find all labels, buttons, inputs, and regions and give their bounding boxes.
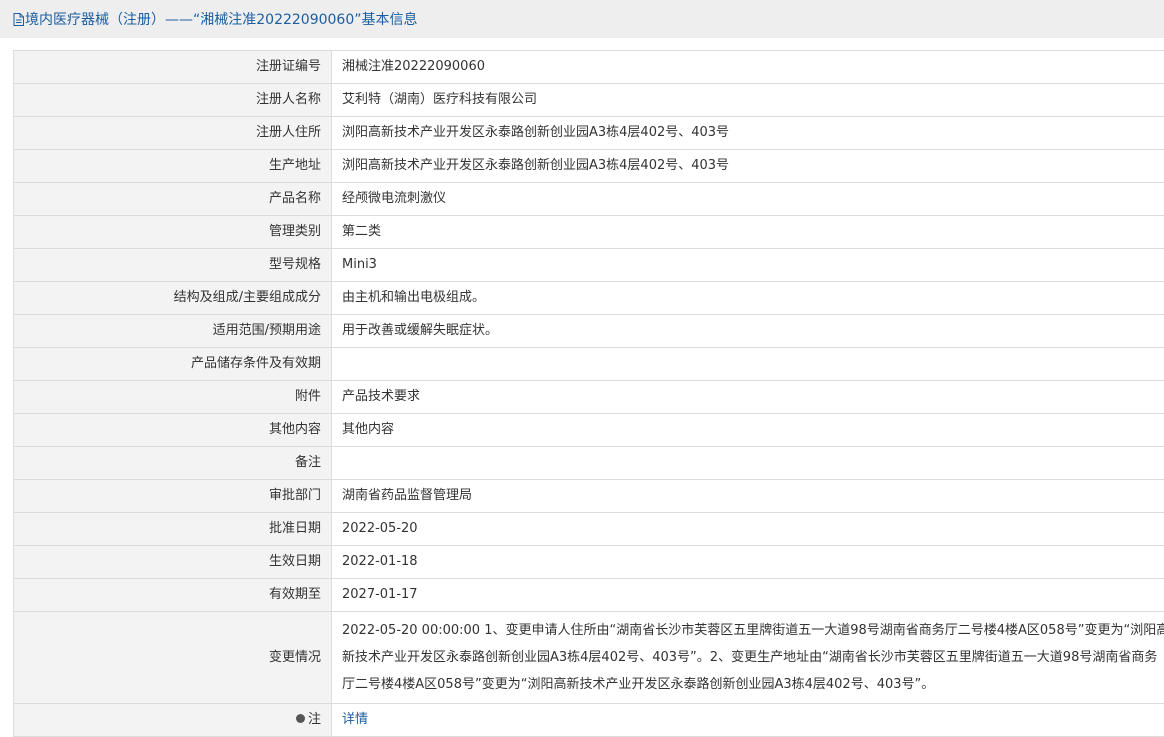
- field-value: 艾利特（湖南）医疗科技有限公司: [332, 84, 1164, 117]
- table-row: 注册人名称艾利特（湖南）医疗科技有限公司: [14, 84, 1164, 117]
- field-label: 生产地址: [14, 150, 332, 183]
- field-label: 管理类别: [14, 216, 332, 249]
- field-label: 有效期至: [14, 579, 332, 612]
- field-label: 注册证编号: [14, 51, 332, 84]
- field-label: 变更情况: [14, 612, 332, 704]
- field-label: 附件: [14, 381, 332, 414]
- table-row: 管理类别第二类: [14, 216, 1164, 249]
- table-row: 结构及组成/主要组成成分由主机和输出电极组成。: [14, 282, 1164, 315]
- field-label: 备注: [14, 447, 332, 480]
- table-row: 备注: [14, 447, 1164, 480]
- field-value: 湖南省药品监督管理局: [332, 480, 1164, 513]
- field-label: 结构及组成/主要组成成分: [14, 282, 332, 315]
- field-value: 2027-01-17: [332, 579, 1164, 612]
- table-row: 其他内容其他内容: [14, 414, 1164, 447]
- field-value: 2022-05-20: [332, 513, 1164, 546]
- table-row: 生效日期2022-01-18: [14, 546, 1164, 579]
- field-label: 审批部门: [14, 480, 332, 513]
- field-label: 注: [14, 704, 332, 737]
- field-value: 2022-01-18: [332, 546, 1164, 579]
- field-value: 产品技术要求: [332, 381, 1164, 414]
- field-value: 2022-05-20 00:00:00 1、变更申请人住所由“湖南省长沙市芙蓉区…: [332, 612, 1164, 704]
- page-title: 境内医疗器械（注册）——“湘械注准20222090060”基本信息: [25, 12, 417, 28]
- document-icon: [13, 13, 24, 26]
- table-row: 适用范围/预期用途用于改善或缓解失眠症状。: [14, 315, 1164, 348]
- note-label: 注: [308, 712, 321, 727]
- field-label: 其他内容: [14, 414, 332, 447]
- table-row: 产品名称经颅微电流刺激仪: [14, 183, 1164, 216]
- field-label: 生效日期: [14, 546, 332, 579]
- info-table: 注册证编号湘械注准20222090060注册人名称艾利特（湖南）医疗科技有限公司…: [13, 50, 1164, 737]
- field-value: 第二类: [332, 216, 1164, 249]
- table-row: 型号规格Mini3: [14, 249, 1164, 282]
- field-value: 由主机和输出电极组成。: [332, 282, 1164, 315]
- table-row: 注册人住所浏阳高新技术产业开发区永泰路创新创业园A3栋4层402号、403号: [14, 117, 1164, 150]
- field-label: 批准日期: [14, 513, 332, 546]
- table-row: 有效期至2027-01-17: [14, 579, 1164, 612]
- table-row: 注册证编号湘械注准20222090060: [14, 51, 1164, 84]
- field-value: 其他内容: [332, 414, 1164, 447]
- field-value: [332, 447, 1164, 480]
- table-row: 生产地址浏阳高新技术产业开发区永泰路创新创业园A3栋4层402号、403号: [14, 150, 1164, 183]
- field-label: 型号规格: [14, 249, 332, 282]
- table-row: 变更情况2022-05-20 00:00:00 1、变更申请人住所由“湖南省长沙…: [14, 612, 1164, 704]
- field-value: [332, 348, 1164, 381]
- table-row: 审批部门湖南省药品监督管理局: [14, 480, 1164, 513]
- field-label: 产品储存条件及有效期: [14, 348, 332, 381]
- table-row: 附件产品技术要求: [14, 381, 1164, 414]
- field-value: 用于改善或缓解失眠症状。: [332, 315, 1164, 348]
- page-header: 境内医疗器械（注册）——“湘械注准20222090060”基本信息: [0, 0, 1164, 38]
- field-label: 注册人住所: [14, 117, 332, 150]
- detail-link[interactable]: 详情: [342, 712, 368, 727]
- field-value: 湘械注准20222090060: [332, 51, 1164, 84]
- info-table-wrapper: 注册证编号湘械注准20222090060注册人名称艾利特（湖南）医疗科技有限公司…: [13, 50, 1164, 737]
- field-value: 浏阳高新技术产业开发区永泰路创新创业园A3栋4层402号、403号: [332, 150, 1164, 183]
- field-value: 经颅微电流刺激仪: [332, 183, 1164, 216]
- table-row: 批准日期2022-05-20: [14, 513, 1164, 546]
- field-value: 浏阳高新技术产业开发区永泰路创新创业园A3栋4层402号、403号: [332, 117, 1164, 150]
- field-label: 产品名称: [14, 183, 332, 216]
- field-label: 注册人名称: [14, 84, 332, 117]
- table-row: 产品储存条件及有效期: [14, 348, 1164, 381]
- field-label: 适用范围/预期用途: [14, 315, 332, 348]
- table-row: 注 详情: [14, 704, 1164, 737]
- note-icon: [296, 714, 305, 723]
- field-value: Mini3: [332, 249, 1164, 282]
- field-value: 详情: [332, 704, 1164, 737]
